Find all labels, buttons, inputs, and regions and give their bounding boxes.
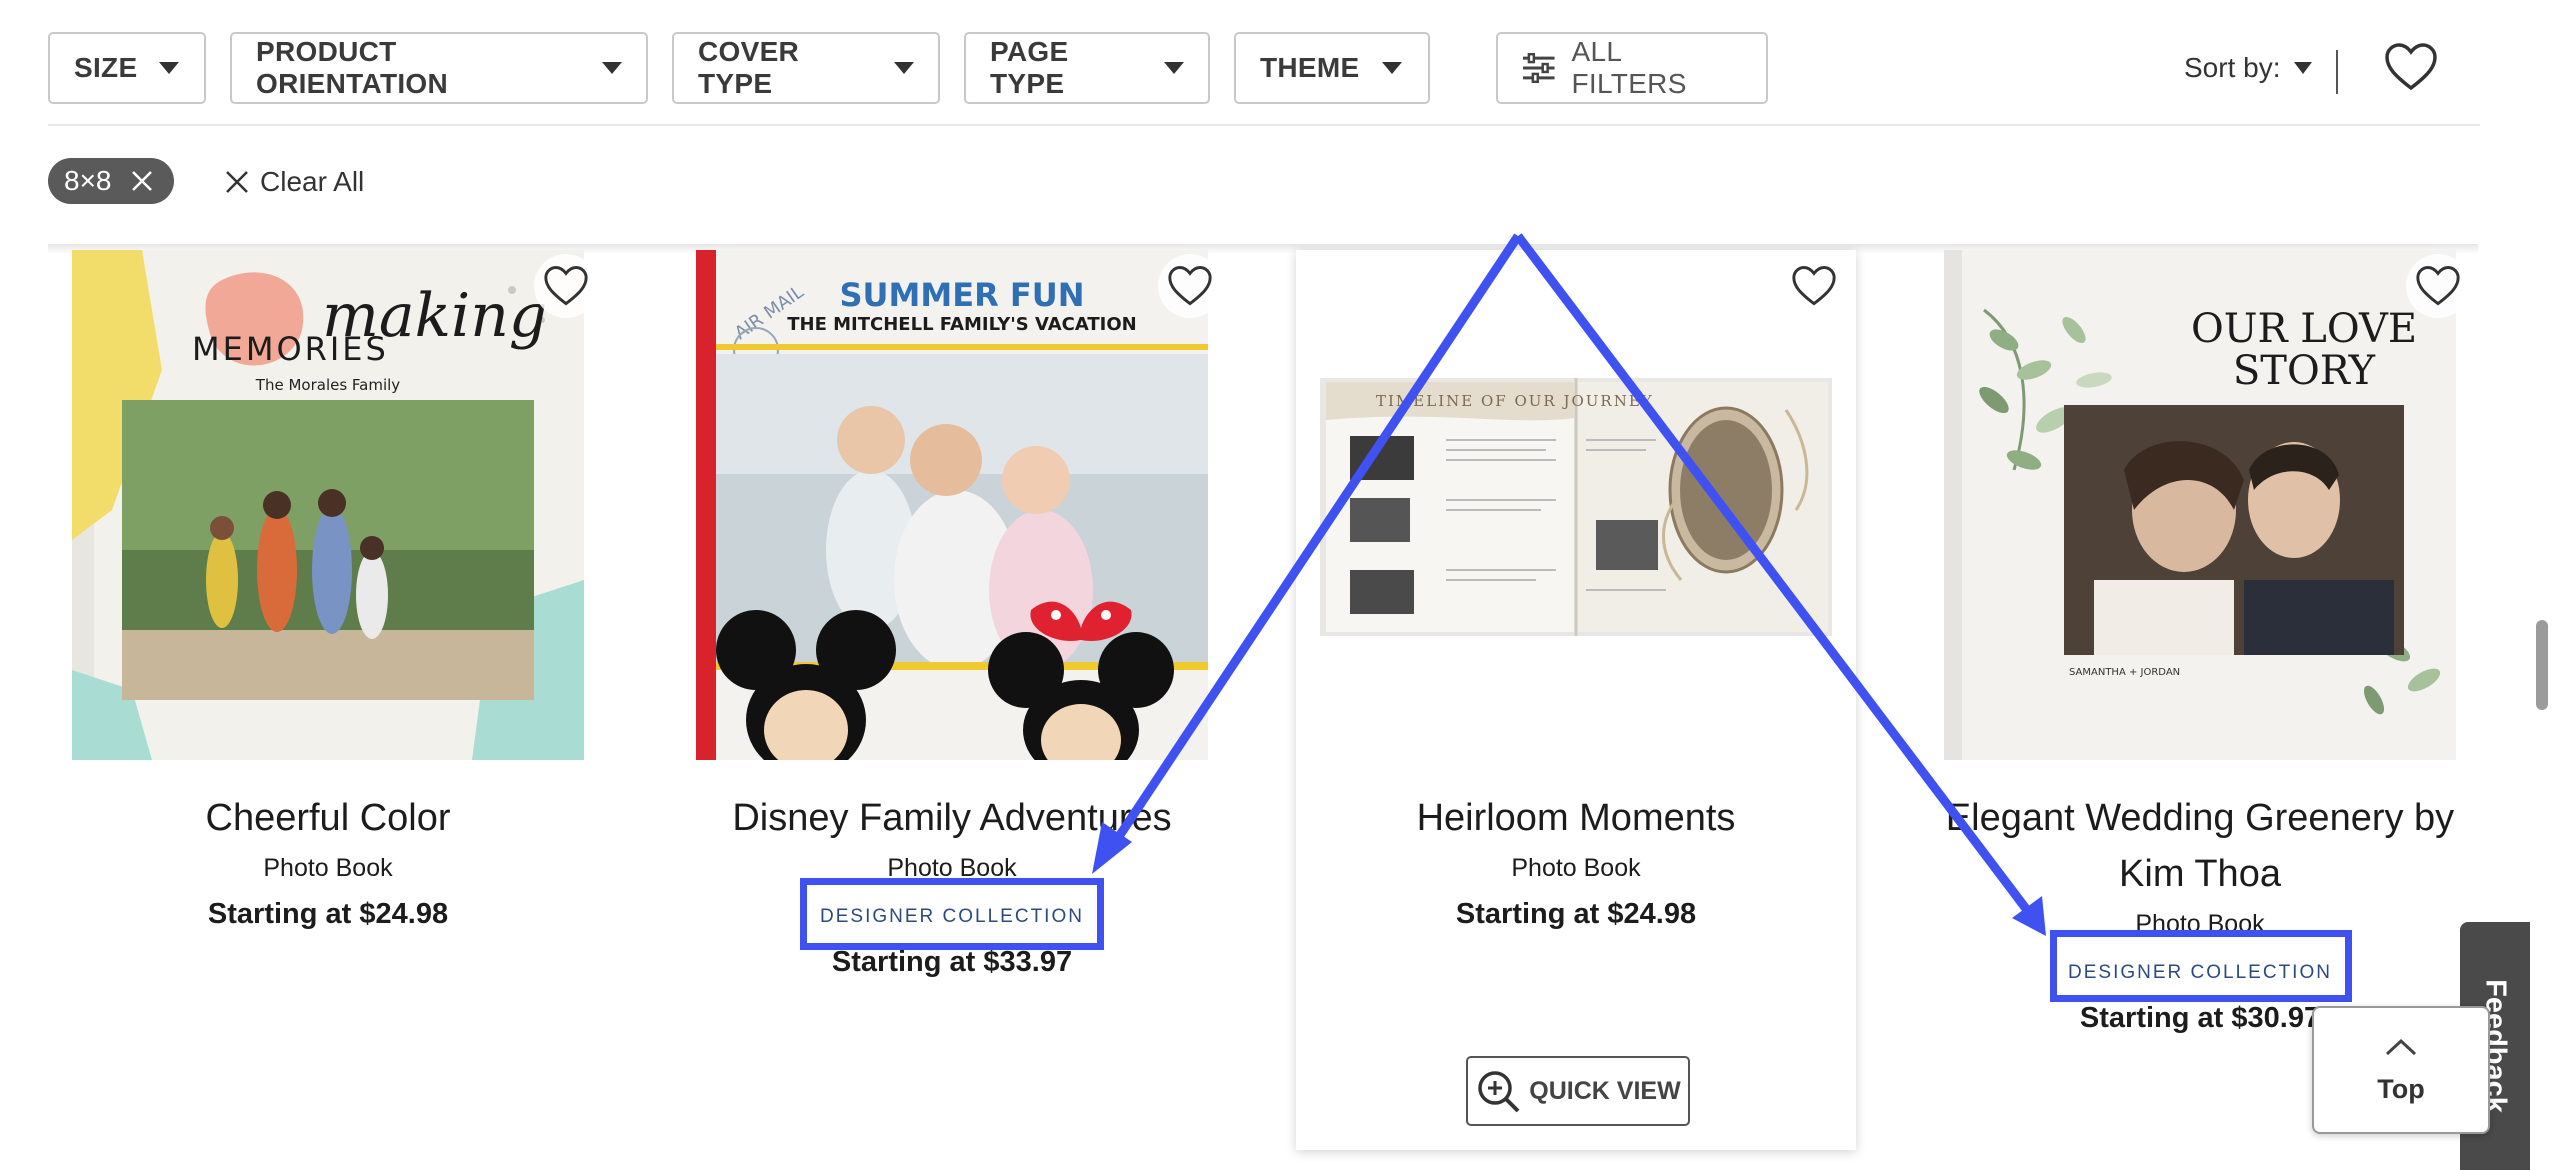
- heart-icon: [1168, 266, 1212, 306]
- all-filters-label: ALL FILTERS: [1571, 36, 1687, 99]
- divider: [2336, 50, 2338, 94]
- all-filters-button[interactable]: ALL FILTERS: [1496, 32, 1768, 104]
- cover-subheading-text: THE MITCHELL FAMILY'S VACATION: [787, 314, 1137, 335]
- caret-down-icon: [2294, 62, 2313, 74]
- filter-cover-type-dropdown[interactable]: COVER TYPE: [672, 32, 940, 104]
- caret-down-icon: [1164, 62, 1184, 74]
- favorite-heart-button[interactable]: [1782, 254, 1846, 318]
- filter-page-type-label: PAGE TYPE: [990, 36, 1069, 99]
- filter-page-type-dropdown[interactable]: PAGE TYPE: [964, 32, 1210, 104]
- filter-theme-dropdown[interactable]: THEME: [1234, 32, 1430, 104]
- sort-by-dropdown[interactable]: Sort by:: [2184, 32, 2313, 104]
- cover-cheerful-color-art: making MEMORIES The Morales Family: [72, 250, 584, 760]
- heart-icon: [1792, 266, 1836, 306]
- cover-heading-text: SUMMER FUN: [840, 276, 1085, 314]
- caret-down-icon: [1381, 62, 1402, 74]
- favorite-heart-button[interactable]: [2406, 254, 2470, 318]
- quick-view-label: QUICK VIEW: [1529, 1076, 1681, 1105]
- caret-down-icon: [894, 62, 914, 74]
- product-image[interactable]: OUR LOVE STORY SAMANTHA + JORDAN: [1944, 250, 2456, 760]
- quick-view-button[interactable]: QUICK VIEW: [1466, 1056, 1690, 1126]
- divider: [48, 124, 2480, 126]
- cover-names-text: SAMANTHA + JORDAN: [2069, 667, 2180, 678]
- favorites-heart-icon[interactable]: [2384, 42, 2438, 92]
- heart-icon: [2416, 266, 2460, 306]
- filter-cover-type-label: COVER TYPE: [698, 36, 800, 99]
- cover-disney-art: AIR MAIL SUMMER FUN THE MITCHELL FAMILY'…: [696, 250, 1208, 760]
- active-filter-chip[interactable]: 8×8: [48, 158, 174, 204]
- cover-heading-text: MEMORIES: [192, 330, 389, 368]
- product-title[interactable]: Elegant Wedding Greenery by Kim Thoa: [1920, 790, 2480, 902]
- caret-down-icon: [602, 62, 622, 74]
- caret-down-icon: [159, 62, 180, 74]
- close-icon: [131, 171, 152, 191]
- cover-heirloom-art: TIMELINE OF OUR JOURNEY: [1316, 250, 1836, 760]
- product-price: Starting at $24.98: [207, 898, 449, 930]
- active-filter-chip-label: 8×8: [64, 165, 112, 196]
- product-type: Photo Book: [263, 854, 393, 882]
- sort-by-label: Sort by:: [2184, 52, 2281, 83]
- heart-icon: [544, 266, 588, 306]
- scrollbar-thumb[interactable]: [2536, 620, 2548, 710]
- product-title[interactable]: Cheerful Color: [48, 790, 608, 846]
- product-price: Starting at $24.98: [1455, 898, 1697, 930]
- close-icon: [226, 171, 248, 193]
- zoom-in-icon: [1478, 1071, 1520, 1113]
- clear-all-label: Clear All: [260, 166, 365, 197]
- back-to-top-label: Top: [2377, 1073, 2425, 1104]
- product-type: Photo Book: [887, 854, 1017, 882]
- cover-family-text: The Morales Family: [255, 376, 401, 394]
- product-title[interactable]: Disney Family Adventures: [672, 790, 1232, 846]
- filter-size-label: SIZE: [74, 52, 138, 83]
- designer-collection-badge: DESIGNER COLLECTION: [820, 906, 1084, 927]
- favorite-heart-button[interactable]: [1158, 254, 1222, 318]
- clear-all-button[interactable]: Clear All: [224, 162, 364, 202]
- product-title[interactable]: Heirloom Moments: [1296, 790, 1856, 846]
- back-to-top-button[interactable]: Top: [2312, 1006, 2490, 1134]
- favorite-heart-button[interactable]: [534, 254, 598, 318]
- filter-product-orientation-label: PRODUCT ORIENTATION: [256, 36, 449, 99]
- product-image[interactable]: AIR MAIL SUMMER FUN THE MITCHELL FAMILY'…: [696, 250, 1208, 760]
- product-type: Photo Book: [1511, 854, 1641, 882]
- cover-wedding-art: OUR LOVE STORY SAMANTHA + JORDAN: [1944, 250, 2456, 760]
- product-image[interactable]: making MEMORIES The Morales Family: [72, 250, 584, 760]
- cover-heading-line1: OUR LOVE: [2191, 306, 2417, 352]
- product-image[interactable]: TIMELINE OF OUR JOURNEY: [1316, 250, 1836, 760]
- cover-heading-text: TIMELINE OF OUR JOURNEY: [1376, 392, 1654, 410]
- filter-product-orientation-dropdown[interactable]: PRODUCT ORIENTATION: [230, 32, 648, 104]
- chevron-up-icon: [2385, 1038, 2417, 1055]
- designer-collection-badge: DESIGNER COLLECTION: [2068, 962, 2332, 983]
- product-price: Starting at $33.97: [831, 946, 1073, 978]
- filter-theme-label: THEME: [1260, 52, 1360, 83]
- sliders-icon: [1522, 53, 1555, 83]
- filter-bar: SIZE PRODUCT ORIENTATION COVER TYPE PAGE…: [48, 32, 2478, 106]
- product-card-heirloom-moments[interactable]: TIMELINE OF OUR JOURNEY Heirloom Moments: [1296, 250, 1856, 1150]
- filter-size-dropdown[interactable]: SIZE: [48, 32, 206, 104]
- product-type: Photo Book: [2135, 910, 2265, 938]
- cover-heading-line2: STORY: [2233, 348, 2376, 394]
